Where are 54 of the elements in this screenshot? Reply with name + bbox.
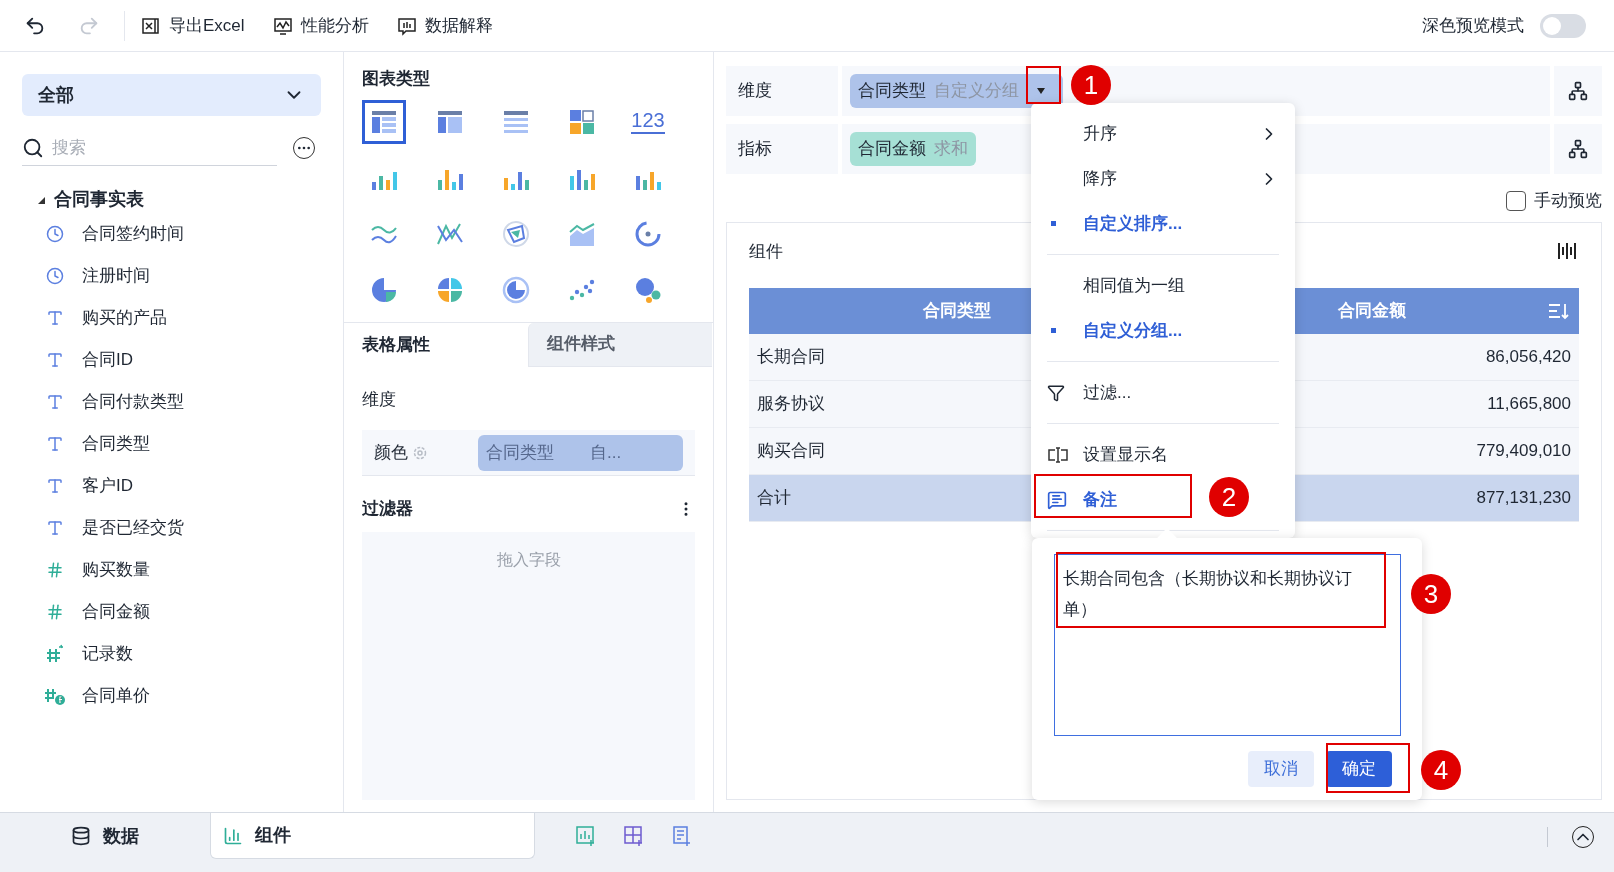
table-cell-text: 877,131,230 — [1476, 487, 1571, 510]
field-item[interactable]: 客户ID — [82, 473, 133, 499]
table-cell-text: 合计 — [757, 487, 791, 510]
bottom-tab[interactable]: 数据 — [0, 813, 210, 859]
table-cell-text: 86,056,420 — [1485, 346, 1571, 369]
chart-type-option[interactable]: 123 — [626, 99, 670, 144]
widget-title: 组件 — [749, 240, 783, 263]
field-item[interactable]: 合同金额 — [82, 599, 150, 625]
menu-item[interactable]: 设置显示名 — [1083, 441, 1168, 468]
table-name[interactable]: 合同事实表 — [54, 186, 144, 213]
search-field[interactable]: 搜索 — [52, 131, 262, 164]
field-item[interactable]: 记录数 — [82, 641, 133, 667]
toolbar-action[interactable]: 性能分析 — [300, 12, 369, 39]
manual-preview-label: 手动预览 — [1534, 190, 1602, 212]
scope-dropdown[interactable]: 全部 — [22, 74, 321, 116]
menu-item[interactable]: 自定义排序... — [1083, 210, 1183, 237]
note-textarea[interactable]: 长期合同包含（长期协议和长期协议订单） — [1054, 554, 1401, 736]
field-chip[interactable]: 合同金额 求和 — [850, 132, 976, 166]
step-number-badge: 4 — [1421, 750, 1461, 790]
color-label: 颜色 — [374, 441, 408, 464]
chart-type-title: 图表类型 — [362, 68, 431, 90]
confirm-button[interactable]: 确定 — [1326, 751, 1392, 787]
toolbar-action[interactable]: 数据解释 — [424, 12, 493, 39]
bottom-tab[interactable]: 组件 — [210, 813, 535, 859]
table-cell-text: 购买合同 — [757, 440, 825, 463]
cancel-button[interactable]: 取消 — [1248, 751, 1314, 787]
shelf-label: 维度 — [738, 80, 772, 103]
table-cell-text: 长期合同 — [757, 346, 825, 369]
table-cell-text: 服务协议 — [757, 393, 825, 416]
property-tab[interactable]: 组件样式 — [528, 322, 712, 367]
table-cell-text: 779,409,010 — [1476, 440, 1571, 463]
field-item[interactable]: 合同ID — [82, 347, 133, 373]
menu-item[interactable]: 备注 — [1083, 486, 1117, 513]
field-item[interactable]: 合同付款类型 — [82, 389, 184, 415]
dark-preview-label: 深色预览模式 — [1422, 14, 1524, 37]
toolbar-action[interactable]: 导出Excel — [169, 12, 245, 39]
field-chip[interactable]: 合同类型 自定义分组 — [850, 74, 1063, 108]
field-item[interactable]: 合同单价 — [82, 683, 150, 709]
table-cell-text: 11,665,800 — [1487, 393, 1571, 416]
shelf-label: 指标 — [738, 138, 772, 161]
menu-item[interactable]: 过滤... — [1083, 379, 1132, 406]
field-item[interactable]: 是否已经交货 — [82, 515, 184, 541]
menu-item[interactable]: 自定义分组... — [1083, 317, 1183, 344]
menu-item[interactable]: 升序 — [1083, 120, 1117, 147]
step-number-badge: 3 — [1411, 574, 1451, 614]
field-item[interactable]: 注册时间 — [82, 263, 150, 289]
filter-title: 过滤器 — [362, 498, 413, 520]
menu-item[interactable]: 相同值为一组 — [1083, 272, 1185, 299]
dimension-section-label: 维度 — [361, 388, 397, 411]
field-item[interactable]: 合同类型 — [82, 431, 150, 457]
field-item[interactable]: 购买的产品 — [82, 305, 167, 331]
menu-item[interactable]: 降序 — [1083, 165, 1117, 192]
field-item[interactable]: 购买数量 — [82, 557, 150, 583]
field-item[interactable]: 合同签约时间 — [82, 221, 184, 247]
